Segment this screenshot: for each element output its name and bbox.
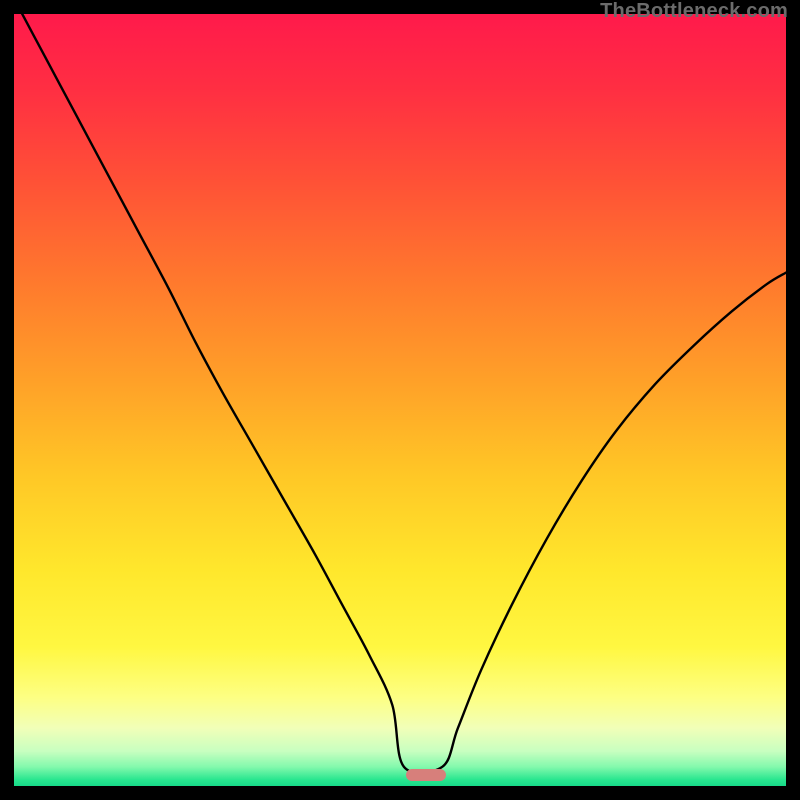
bottleneck-curve [14,14,786,786]
optimal-marker [406,769,446,781]
watermark-text: TheBottleneck.com [600,0,788,23]
plot-area [14,14,786,786]
chart-frame: TheBottleneck.com [0,0,800,800]
